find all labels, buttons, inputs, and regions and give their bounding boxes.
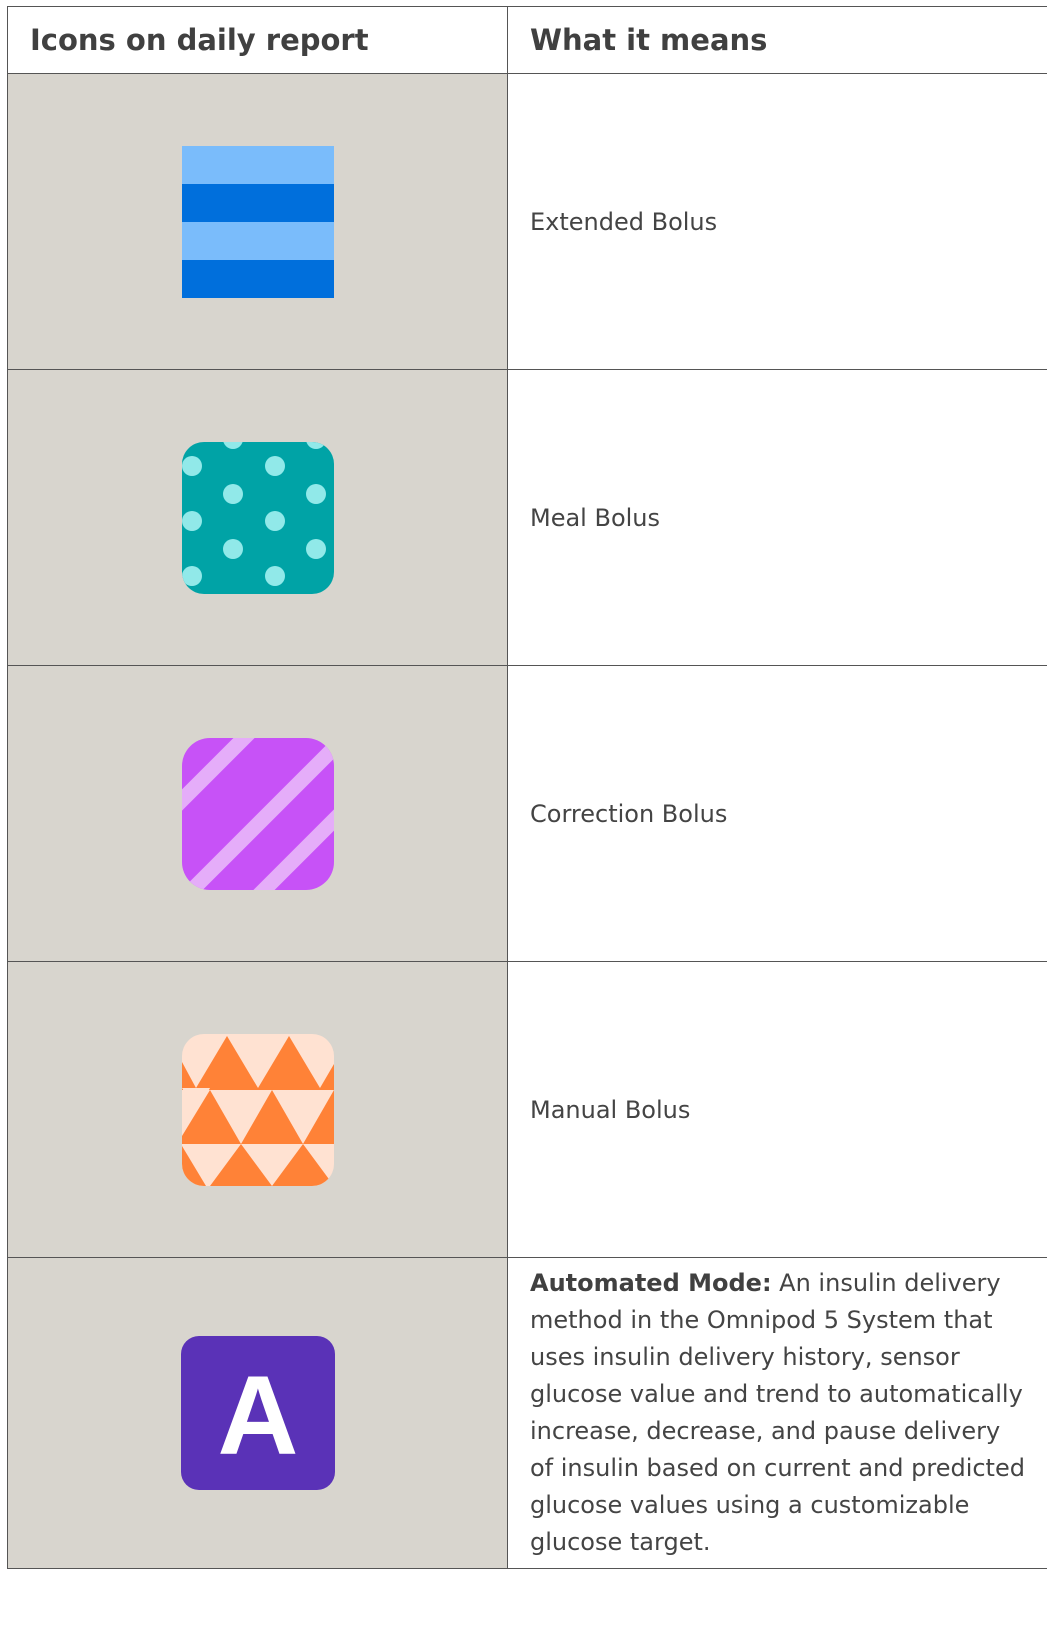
header-icons-on-daily-report: Icons on daily report [7, 6, 508, 74]
icon-legend-table: Icons on daily report What it means Exte… [7, 6, 1047, 1569]
table-row: Meal Bolus [7, 369, 1047, 666]
table-row: Manual Bolus [7, 961, 1047, 1258]
table-row: Correction Bolus [7, 665, 1047, 962]
automated-mode-icon: A [180, 1336, 335, 1490]
automated-mode-term: Automated Mode: [530, 1269, 772, 1297]
meaning-cell: Correction Bolus [507, 665, 1047, 962]
header-what-it-means: What it means [507, 6, 1047, 74]
meaning-cell: Manual Bolus [507, 961, 1047, 1258]
correction-bolus-icon [181, 737, 334, 890]
icon-cell [7, 369, 508, 666]
meaning-cell: Extended Bolus [507, 73, 1047, 370]
icon-cell [7, 73, 508, 370]
table-row: A Automated Mode: An insulin delivery me… [7, 1257, 1047, 1569]
automated-mode-letter: A [217, 1353, 298, 1478]
automated-mode-description: An insulin delivery method in the Omnipo… [530, 1269, 1025, 1556]
table-row: Extended Bolus [7, 73, 1047, 370]
icon-cell [7, 961, 508, 1258]
manual-bolus-icon [181, 1033, 334, 1186]
meaning-cell: Meal Bolus [507, 369, 1047, 666]
meal-bolus-icon [181, 441, 334, 594]
icon-cell [7, 665, 508, 962]
icon-cell: A [7, 1257, 508, 1569]
extended-bolus-icon [181, 145, 334, 298]
table-header-row: Icons on daily report What it means [7, 6, 1047, 74]
meaning-cell: Automated Mode: An insulin delivery meth… [507, 1257, 1047, 1569]
